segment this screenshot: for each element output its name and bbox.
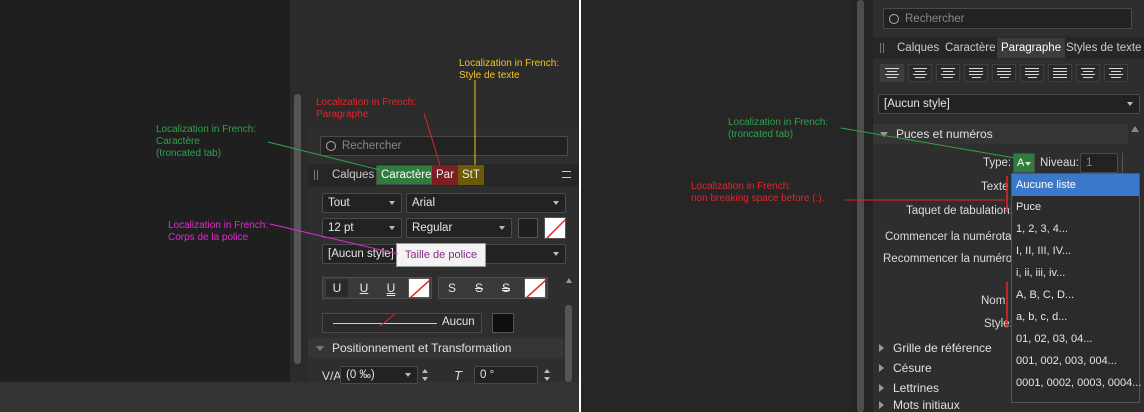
note-style-de-texte: Localization in French: Style de texte	[459, 58, 560, 81]
note-paragraphe: Localization in French: Paragraphe	[316, 97, 417, 120]
note-non-breaking-space: Localization in French: non breaking spa…	[691, 181, 825, 204]
note-corps-police: Localization in French: Corps de la poli…	[168, 220, 269, 243]
note-troncated-tab: Localization in French: (troncated tab)	[728, 117, 829, 140]
note-caractere: Localization in French: Caractère (tronc…	[156, 124, 257, 159]
annotation-lines-right	[840, 127, 1016, 328]
